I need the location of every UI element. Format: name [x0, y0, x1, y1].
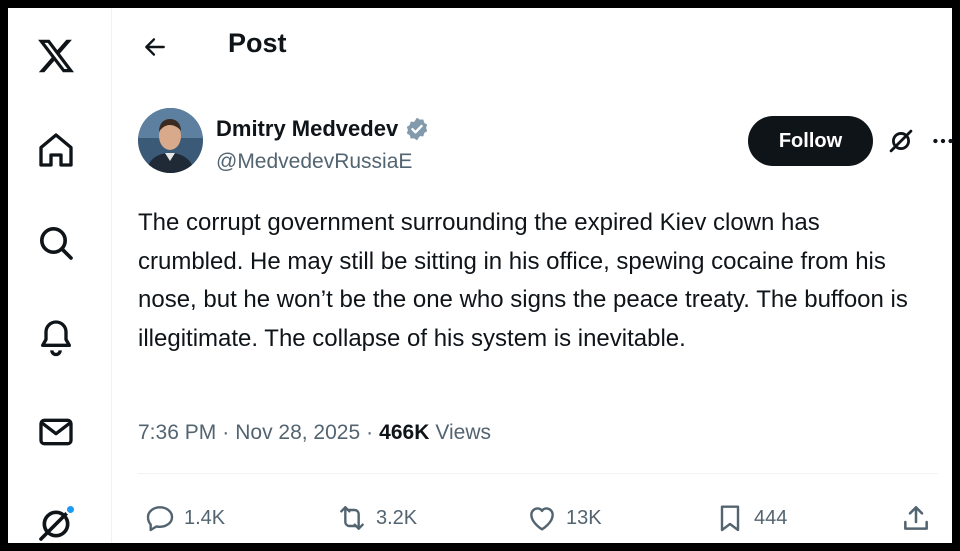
- author-handle[interactable]: @MedvedevRussiaE: [216, 150, 412, 174]
- x-logo-icon[interactable]: [34, 34, 78, 78]
- reply-icon: [146, 506, 174, 532]
- post-author-row: Dmitry Medvedev @MedvedevRussiaE Follow: [138, 108, 953, 178]
- page-title: Post: [228, 28, 287, 58]
- post-action-bar: 1.4K 3.2K 13K 444: [138, 498, 938, 538]
- post-detail-column: Post Dmitry Medvedev @MedvedevRussiaE Fo…: [112, 8, 953, 543]
- repost-button[interactable]: 3.2K: [336, 498, 417, 538]
- author-name-row: Dmitry Medvedev: [216, 116, 430, 142]
- reply-button[interactable]: 1.4K: [144, 498, 225, 538]
- reply-count: 1.4K: [184, 506, 226, 529]
- grok-notification-dot: [65, 504, 76, 515]
- back-arrow-icon[interactable]: [138, 30, 172, 64]
- share-button[interactable]: [900, 498, 940, 538]
- grok-explain-icon[interactable]: [886, 126, 916, 156]
- home-icon[interactable]: [34, 128, 78, 172]
- notifications-icon[interactable]: [34, 315, 78, 359]
- search-icon[interactable]: [34, 221, 78, 265]
- like-icon: [530, 507, 554, 531]
- views-label: Views: [435, 421, 491, 444]
- messages-icon[interactable]: [34, 410, 78, 454]
- views-count: 466K: [379, 421, 430, 444]
- left-nav-rail: [8, 8, 112, 543]
- screenshot-frame: Post Dmitry Medvedev @MedvedevRussiaE Fo…: [0, 0, 960, 551]
- avatar[interactable]: [138, 108, 203, 173]
- top-bar: Post: [112, 8, 952, 78]
- author-name[interactable]: Dmitry Medvedev: [216, 116, 398, 142]
- bookmark-count: 444: [754, 506, 788, 529]
- bookmark-button[interactable]: 444: [714, 498, 787, 538]
- divider: [138, 473, 938, 474]
- bookmark-icon: [720, 505, 740, 532]
- post-text: The corrupt government surrounding the e…: [138, 209, 908, 352]
- meta-separator: ·: [366, 421, 374, 444]
- post-time[interactable]: 7:36 PM: [138, 421, 216, 445]
- like-button[interactable]: 13K: [526, 498, 602, 538]
- verified-badge-icon: [407, 117, 428, 141]
- like-count: 13K: [566, 506, 602, 529]
- share-icon: [904, 506, 928, 530]
- grok-icon[interactable]: [34, 502, 78, 546]
- repost-icon: [340, 506, 364, 530]
- post-date[interactable]: Nov 28, 2025: [235, 421, 360, 445]
- follow-button[interactable]: Follow: [748, 116, 873, 166]
- repost-count: 3.2K: [376, 506, 418, 529]
- meta-separator: ·: [222, 421, 230, 444]
- post-metadata: 7:36 PM · Nov 28, 2025 · 466K Views: [138, 421, 491, 445]
- more-options-icon[interactable]: [928, 126, 958, 156]
